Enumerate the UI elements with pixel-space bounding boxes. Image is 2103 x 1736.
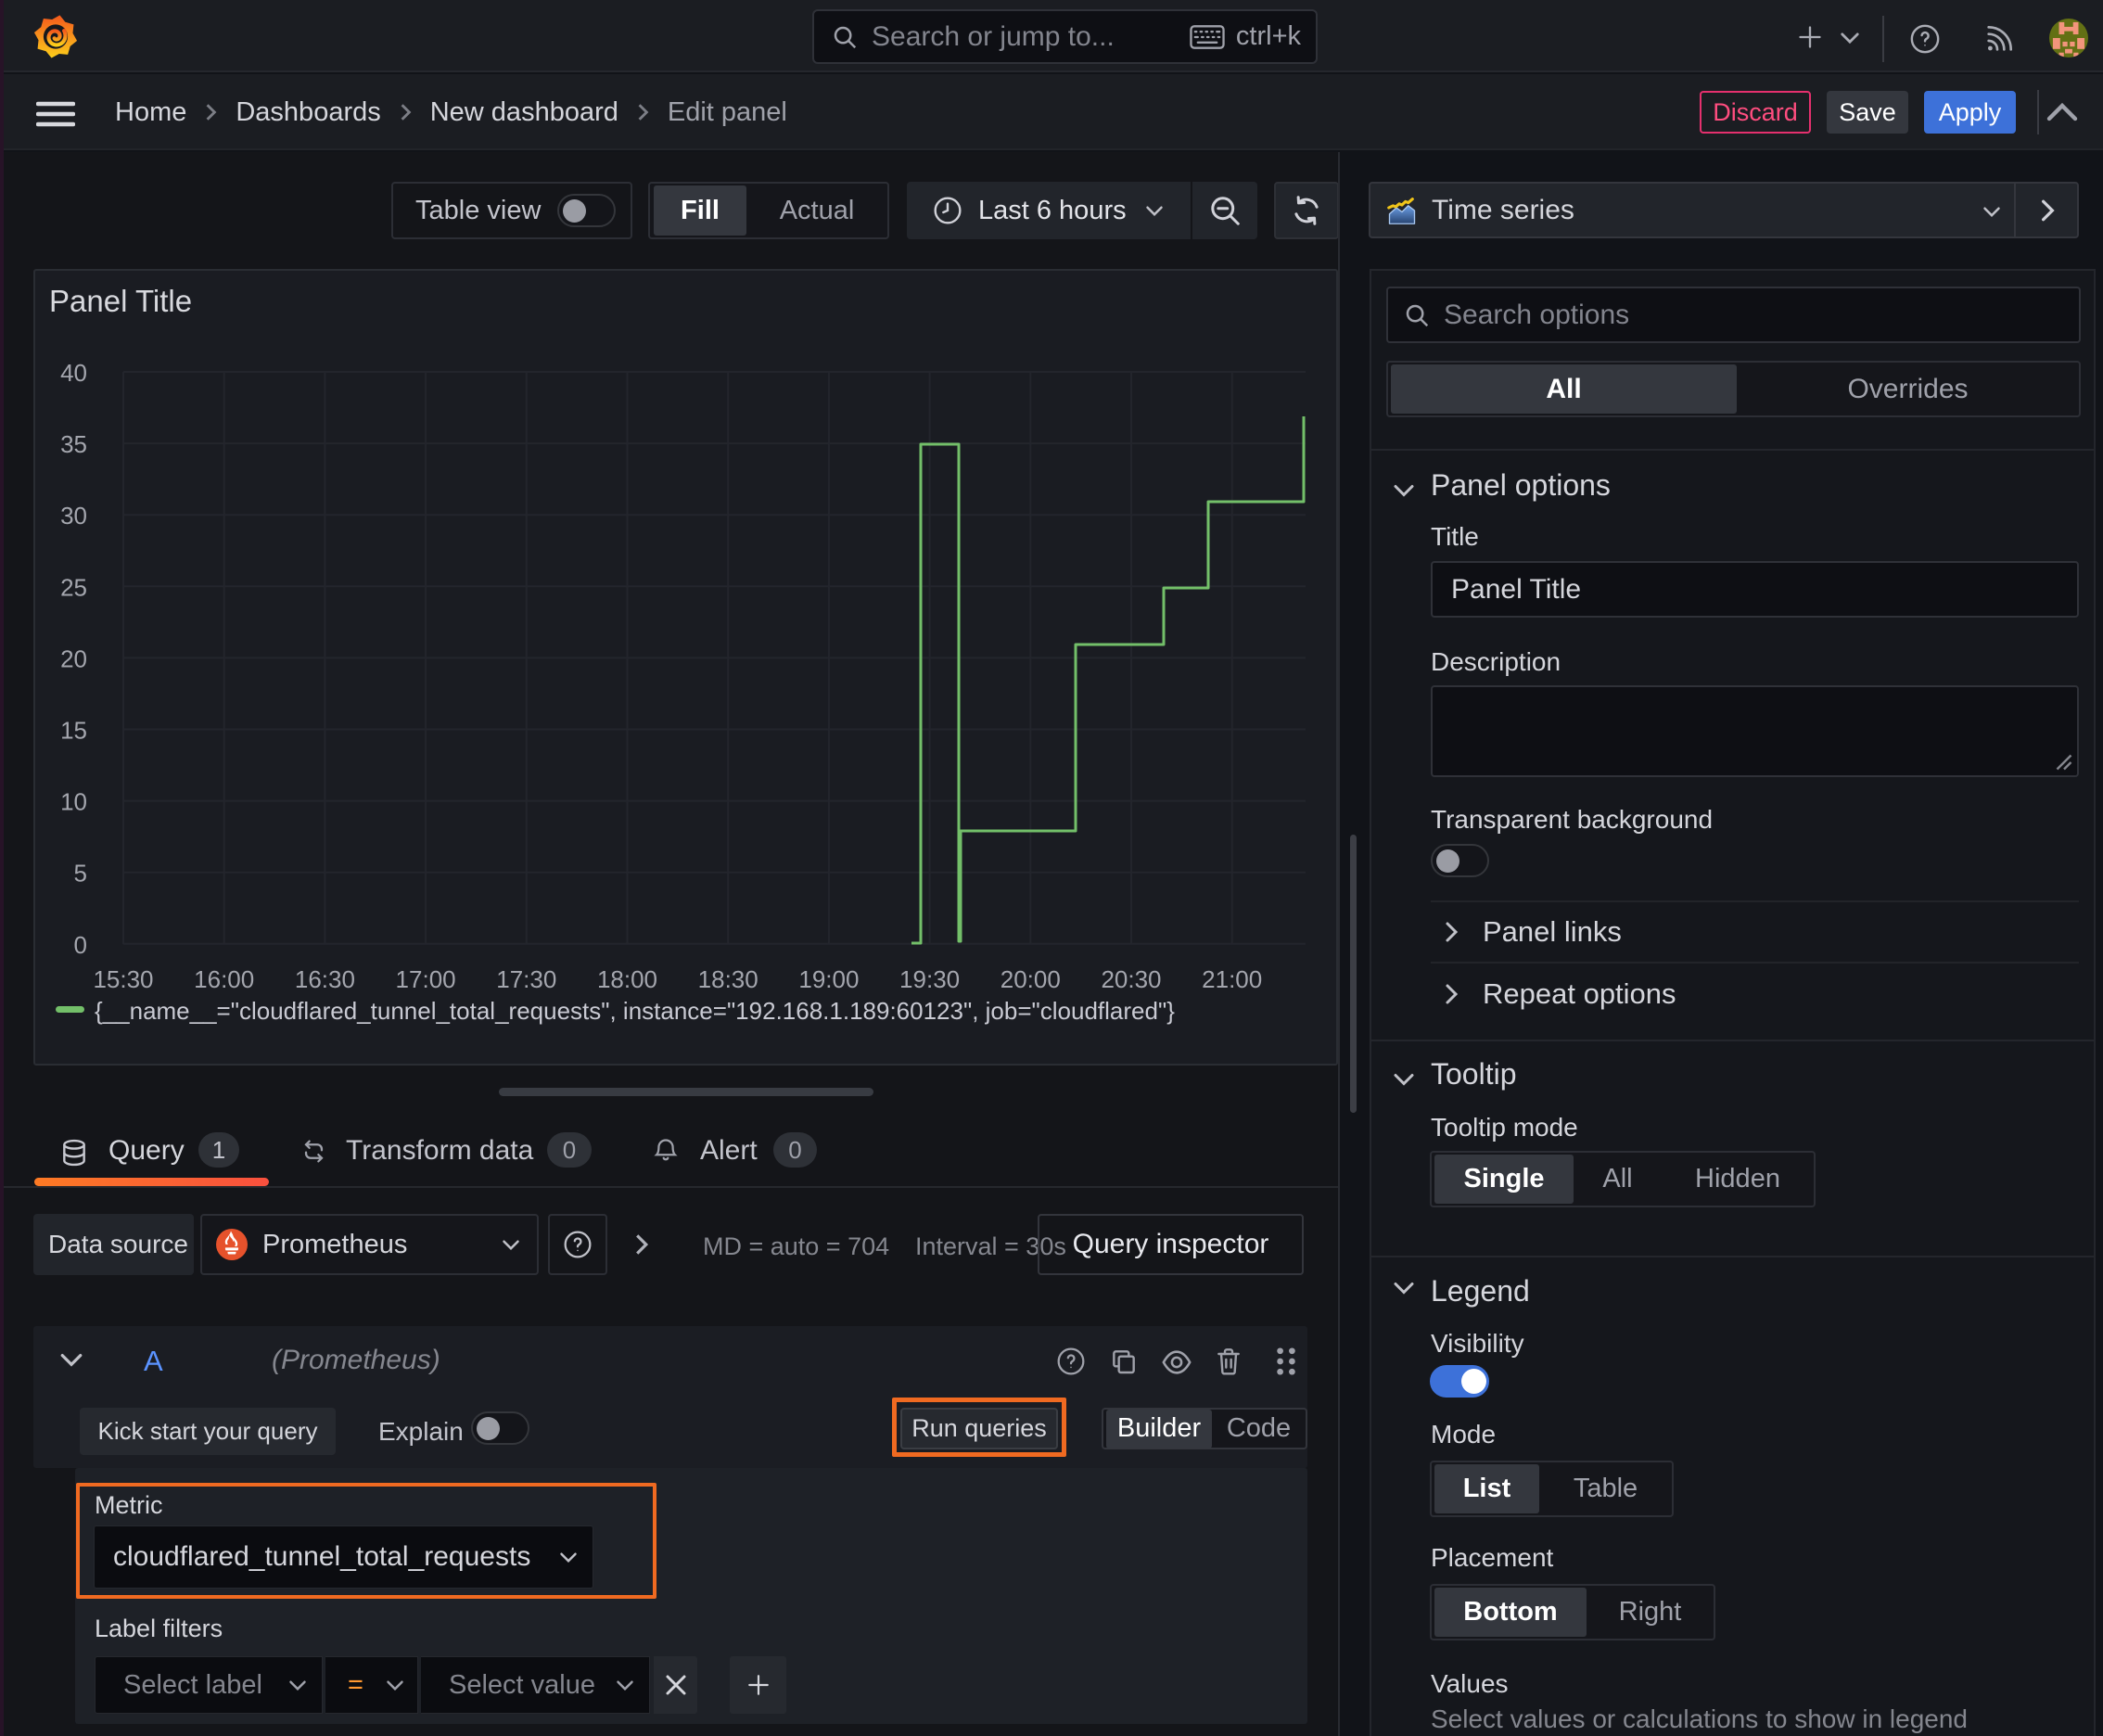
svg-text:0: 0 [74,931,87,959]
svg-text:17:30: 17:30 [496,965,556,993]
svg-text:40: 40 [60,359,87,387]
svg-text:18:30: 18:30 [698,965,758,993]
svg-text:19:30: 19:30 [899,965,960,993]
svg-text:35: 35 [60,430,87,458]
svg-text:10: 10 [60,788,87,816]
svg-text:16:00: 16:00 [194,965,254,993]
svg-text:30: 30 [60,502,87,530]
svg-text:21:00: 21:00 [1202,965,1262,993]
svg-text:19:00: 19:00 [798,965,859,993]
svg-text:15:30: 15:30 [93,965,153,993]
svg-text:5: 5 [74,860,87,887]
svg-text:15: 15 [60,717,87,745]
svg-text:16:30: 16:30 [295,965,355,993]
svg-text:20:30: 20:30 [1101,965,1161,993]
svg-text:18:00: 18:00 [597,965,657,993]
svg-text:17:00: 17:00 [396,965,456,993]
svg-text:20:00: 20:00 [1001,965,1061,993]
svg-text:{__name__="cloudflared_tunnel_: {__name__="cloudflared_tunnel_total_requ… [95,997,1175,1025]
svg-text:20: 20 [60,645,87,672]
svg-text:25: 25 [60,573,87,601]
